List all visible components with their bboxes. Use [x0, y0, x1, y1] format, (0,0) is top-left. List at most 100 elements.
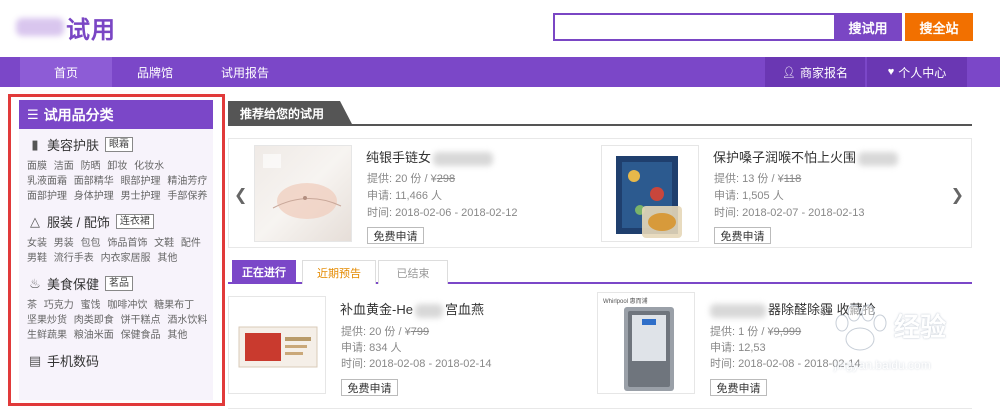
subcategory-row: 女装 男装 包包 饰品首饰 文鞋 配件	[27, 236, 205, 251]
subcategory-link[interactable]: 糖果布丁	[154, 300, 194, 311]
subcategory-link[interactable]: 粮油米面	[74, 330, 114, 341]
free-apply-button[interactable]: 免费申请	[714, 227, 771, 244]
category-name: 手机数码	[47, 354, 100, 369]
product-name[interactable]: 保护嗓子润喉不怕上火围	[713, 147, 899, 166]
subcategory-link[interactable]: 手部保养	[167, 191, 207, 202]
subcategory-link[interactable]: 精油芳疗	[167, 176, 207, 187]
search-box[interactable]	[553, 13, 836, 41]
product-image[interactable]: Whirlpool 惠而浦	[597, 292, 695, 394]
subcategory-link[interactable]: 防晒	[81, 161, 101, 172]
category-food: ♨ 美食保健 茗品 茶 巧克力 蜜饯 咖啡冲饮 糖果布丁 坚果炒货 肉类即食 饼…	[19, 268, 213, 345]
subcategory-link[interactable]: 饰品首饰	[107, 238, 147, 249]
svg-text:Whirlpool 惠而浦: Whirlpool 惠而浦	[603, 297, 648, 305]
category-tag[interactable]: 眼霜	[105, 137, 134, 152]
subcategory-link[interactable]: 面膜	[27, 161, 47, 172]
subcategory-link[interactable]: 面部精华	[74, 176, 114, 187]
category-beauty: ▮ 美容护肤 眼霜 面膜 洁面 防晒 卸妆 化妆水 乳液面霜 面部精华 眼部护理…	[19, 129, 213, 206]
product-applicants: 申请: 1,505 人	[714, 190, 784, 202]
subcategory-link[interactable]: 男装	[54, 238, 74, 249]
watermark-text: 经验	[894, 312, 947, 342]
category-name: 服装 / 配饰	[47, 215, 110, 230]
category-title[interactable]: ▮ 美容护肤 眼霜	[27, 135, 205, 154]
bracelet-photo	[263, 154, 342, 219]
nav-merchant-signup[interactable]: 👤︎ 商家报名	[765, 57, 865, 87]
subcategory-link[interactable]: 流行手表	[54, 253, 94, 264]
subcategory-link[interactable]: 保健食品	[121, 330, 161, 341]
subcategory-link[interactable]: 生鲜蔬果	[27, 330, 67, 341]
free-apply-button[interactable]: 免费申请	[367, 227, 424, 244]
subcategory-link[interactable]: 茶	[27, 300, 37, 311]
subcategory-link[interactable]: 内衣家居服	[101, 253, 151, 264]
shirt-icon: △	[30, 213, 40, 229]
nav-merchant-label: 商家报名	[799, 65, 848, 80]
air-purifier-photo: Whirlpool 惠而浦	[603, 297, 674, 391]
product-image[interactable]	[228, 296, 326, 394]
subcategory-row: 生鲜蔬果 粮油米面 保健食品 其他	[27, 328, 205, 343]
category-digital: ▤ 手机数码	[19, 345, 213, 377]
product-applicants: 申请: 11,466 人	[367, 190, 443, 202]
search-all-site-button[interactable]: 搜全站	[905, 13, 973, 41]
food-icon: ♨	[29, 275, 41, 291]
subcategory-link[interactable]: 洁面	[54, 161, 74, 172]
subcategory-link[interactable]: 包包	[81, 238, 101, 249]
subcategory-row: 男鞋 流行手表 内衣家居服 其他	[27, 251, 205, 266]
subcategory-link[interactable]: 巧克力	[44, 300, 74, 311]
subcategory-link[interactable]: 文鞋	[154, 238, 174, 249]
subcategory-link[interactable]: 其他	[157, 253, 177, 264]
free-apply-button[interactable]: 免费申请	[341, 379, 398, 396]
chevron-right-icon[interactable]: ❯	[951, 185, 964, 205]
subcategory-link[interactable]: 男士护理	[121, 191, 161, 202]
category-title[interactable]: ▤ 手机数码	[27, 351, 205, 370]
search-trial-button[interactable]: 搜试用	[834, 13, 902, 41]
tab-upcoming[interactable]: 近期预告	[302, 260, 376, 284]
subcategory-link[interactable]: 其他	[167, 330, 187, 341]
tea-box-photo	[616, 156, 682, 238]
product-applicants: 申请: 834 人	[341, 342, 402, 354]
subcategory-link[interactable]: 肉类即食	[74, 315, 114, 326]
logo-blurred-part	[16, 18, 64, 36]
subcategory-row: 面膜 洁面 防晒 卸妆 化妆水	[27, 159, 205, 174]
product-name[interactable]: 补血黄金-He 宫血燕	[340, 299, 484, 318]
subcategory-link[interactable]: 化妆水	[134, 161, 164, 172]
subcategory-link[interactable]: 面部护理	[27, 191, 67, 202]
subcategory-link[interactable]: 饼干糕点	[121, 315, 161, 326]
nav-brand-hall[interactable]: 品牌馆	[120, 57, 190, 87]
nav-trial-report[interactable]: 试用报告	[205, 57, 285, 87]
subcategory-link[interactable]: 眼部护理	[121, 176, 161, 187]
logo-text: 试用	[66, 16, 116, 44]
search-input[interactable]	[555, 15, 834, 39]
category-apparel: △ 服装 / 配饰 连衣裙 女装 男装 包包 饰品首饰 文鞋 配件 男鞋 流行手…	[19, 206, 213, 268]
product-name[interactable]: 器除醛除霾 收藏抢	[710, 299, 876, 318]
subcategory-link[interactable]: 蜜饯	[81, 300, 101, 311]
main-nav: 首页 品牌馆 试用报告 👤︎ 商家报名 ♥ 个人中心	[0, 57, 1000, 87]
subcategory-link[interactable]: 女装	[27, 238, 47, 249]
chevron-left-icon[interactable]: ❮	[234, 185, 247, 205]
tab-in-progress[interactable]: 正在进行	[232, 260, 296, 284]
category-name: 美容护肤	[47, 138, 100, 153]
category-tag[interactable]: 连衣裙	[115, 214, 154, 229]
nav-user-center[interactable]: ♥ 个人中心	[867, 57, 967, 87]
sidebar-header: ☰ 试用品分类	[19, 100, 213, 129]
free-apply-button[interactable]: 免费申请	[710, 379, 767, 396]
product-name[interactable]: 纯银手链女	[366, 147, 494, 166]
laptop-icon: ▤	[28, 352, 42, 368]
product-image[interactable]	[601, 145, 699, 242]
subcategory-link[interactable]: 配件	[181, 238, 201, 249]
subcategory-link[interactable]: 坚果炒货	[27, 315, 67, 326]
category-tag[interactable]: 茗品	[105, 276, 134, 291]
product-image[interactable]	[254, 145, 352, 242]
subcategory-link[interactable]: 身体护理	[74, 191, 114, 202]
nav-user-label: 个人中心	[898, 65, 947, 80]
category-title[interactable]: ♨ 美食保健 茗品	[27, 274, 205, 293]
subcategory-link[interactable]: 咖啡冲饮	[107, 300, 147, 311]
product-time: 时间: 2018-02-08 - 2018-02-14	[710, 358, 861, 370]
tab-ended[interactable]: 已结束	[378, 260, 448, 284]
category-name: 美食保健	[47, 277, 100, 292]
subcategory-link[interactable]: 乳液面霜	[27, 176, 67, 187]
subcategory-link[interactable]: 男鞋	[27, 253, 47, 264]
nav-home[interactable]: 首页	[20, 57, 112, 87]
subcategory-link[interactable]: 卸妆	[107, 161, 127, 172]
site-logo[interactable]: 试用	[16, 12, 116, 44]
category-title[interactable]: △ 服装 / 配饰 连衣裙	[27, 212, 205, 231]
subcategory-link[interactable]: 酒水饮料	[167, 315, 207, 326]
